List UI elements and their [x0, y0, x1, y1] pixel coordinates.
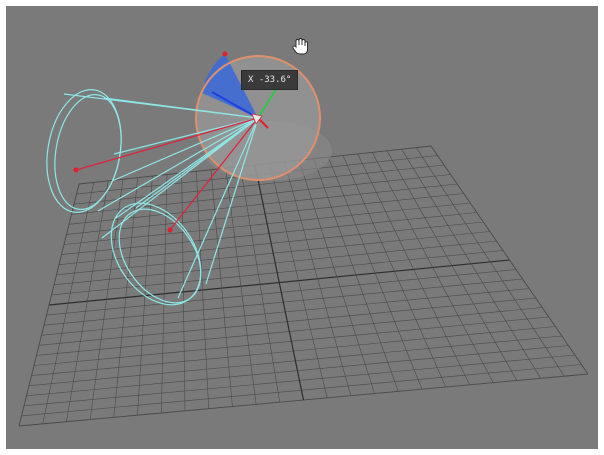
spot-light-target-dot-1[interactable] — [73, 167, 79, 173]
rotation-angle-readout: X -33.6° — [241, 70, 299, 90]
rotation-start-dot — [222, 51, 228, 57]
screenshot-frame: X -33.6° — [0, 0, 604, 455]
viewport-background — [6, 6, 598, 449]
spot-light-target-dot-2[interactable] — [167, 227, 173, 233]
3d-viewport[interactable]: X -33.6° — [6, 6, 598, 449]
